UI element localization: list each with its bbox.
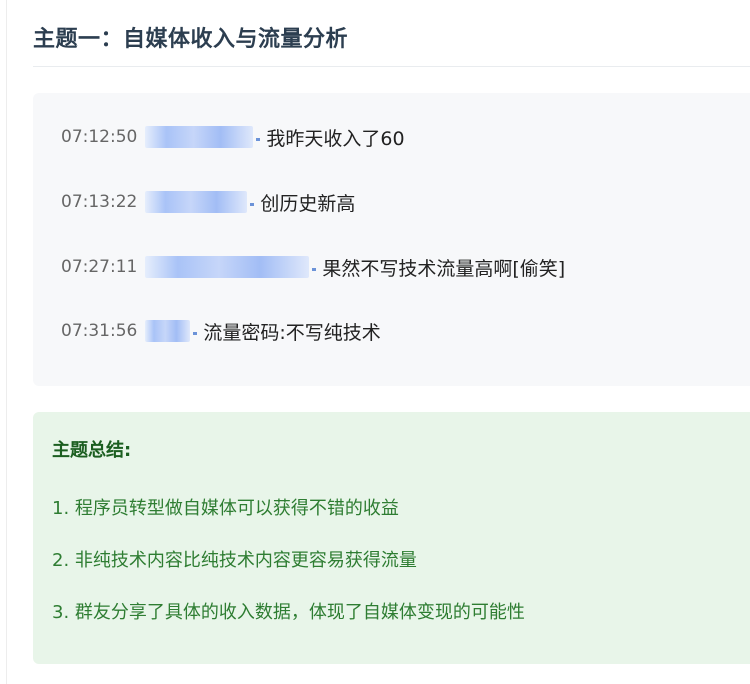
message-text: 流量密码:不写纯技术	[203, 321, 381, 344]
summary-title: 主题总结:	[52, 440, 132, 461]
page: 主题一：自媒体收入与流量分析 07:12:50 我昨天收入了60 07:13:2…	[0, 0, 750, 684]
sender-colon	[312, 268, 317, 271]
message-time: 07:13:22	[61, 192, 138, 212]
chat-message: 07:12:50 我昨天收入了60	[61, 124, 405, 150]
message-text: 果然不写技术流量高啊[偷笑]	[322, 257, 566, 280]
sender-name-redacted	[145, 320, 191, 342]
topic-title: 主题一：自媒体收入与流量分析	[33, 27, 349, 52]
summary-item: 3. 群友分享了具体的收入数据，体现了自媒体变现的可能性	[52, 602, 525, 623]
chat-message: 07:31:56 流量密码:不写纯技术	[61, 318, 381, 344]
sender-colon	[193, 332, 198, 335]
message-text: 创历史新高	[260, 192, 356, 215]
sender-name-redacted	[145, 126, 254, 148]
sender-name-redacted	[145, 256, 310, 278]
message-text: 我昨天收入了60	[266, 127, 405, 150]
topic-summary: 主题总结: 1. 程序员转型做自媒体可以获得不错的收益 2. 非纯技术内容比纯技…	[33, 412, 750, 664]
summary-item: 1. 程序员转型做自媒体可以获得不错的收益	[52, 498, 399, 519]
sender-colon	[256, 138, 261, 141]
sender-colon	[250, 203, 255, 206]
message-time: 07:31:56	[61, 321, 138, 341]
left-divider	[6, 0, 7, 684]
title-divider	[33, 66, 750, 67]
sender-name-redacted	[145, 191, 248, 213]
chat-message: 07:13:22 创历史新高	[61, 189, 355, 215]
message-time: 07:12:50	[61, 127, 138, 147]
chat-message: 07:27:11 果然不写技术流量高啊[偷笑]	[61, 254, 565, 280]
summary-item: 2. 非纯技术内容比纯技术内容更容易获得流量	[52, 550, 417, 571]
chat-log: 07:12:50 我昨天收入了60 07:13:22 创历史新高 07:27:1…	[33, 93, 750, 386]
message-time: 07:27:11	[61, 257, 138, 277]
